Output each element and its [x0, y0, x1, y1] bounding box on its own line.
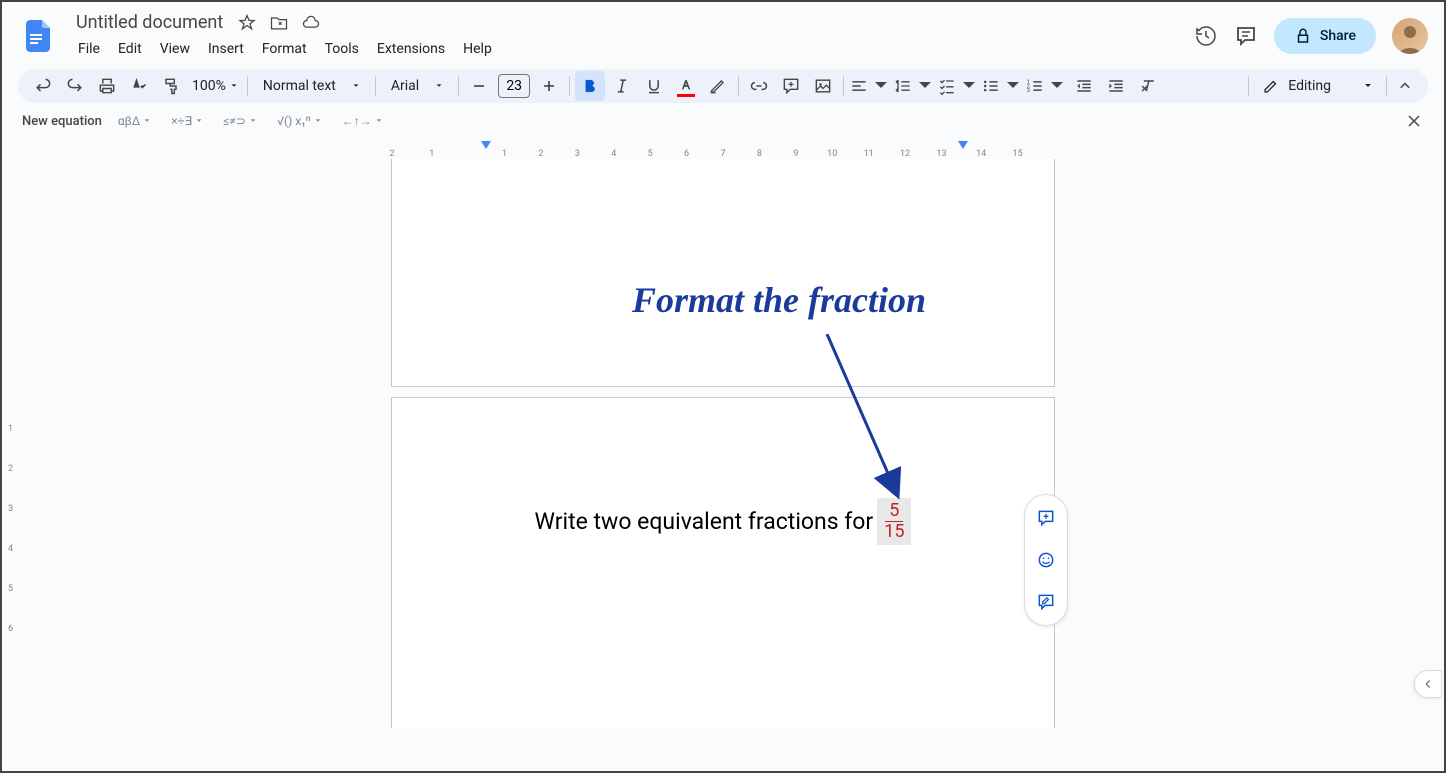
math-dropdown[interactable]: √() x₁ⁿ: [273, 114, 326, 128]
share-button[interactable]: Share: [1274, 18, 1376, 54]
separator: [738, 76, 739, 96]
menu-edit[interactable]: Edit: [110, 37, 150, 61]
underline-button[interactable]: [639, 71, 669, 101]
menu-extensions[interactable]: Extensions: [369, 37, 453, 61]
separator: [375, 76, 376, 96]
separator: [569, 76, 570, 96]
title-icons: [237, 13, 321, 33]
title-area: Untitled document File Edit View Insert …: [70, 10, 1182, 61]
fontsize-decrease[interactable]: [464, 71, 494, 101]
redo-button[interactable]: [60, 71, 90, 101]
fontsize-input[interactable]: [498, 74, 530, 98]
star-icon[interactable]: [237, 13, 257, 33]
add-emoji-button[interactable]: [1029, 543, 1063, 577]
outdent-button[interactable]: [1069, 71, 1099, 101]
separator: [1386, 76, 1387, 96]
lock-icon: [1294, 27, 1312, 45]
share-label: Share: [1320, 28, 1356, 44]
dropdown-icon: [352, 82, 360, 90]
paint-format-button[interactable]: [156, 71, 186, 101]
dropdown-icon: [435, 82, 443, 90]
menu-insert[interactable]: Insert: [200, 37, 252, 61]
image-button[interactable]: [808, 71, 838, 101]
side-tools: [1024, 494, 1068, 626]
zoom-value: 100%: [192, 78, 226, 94]
checklist-dropdown[interactable]: [937, 71, 979, 101]
numbered-dropdown[interactable]: 123: [1025, 71, 1067, 101]
user-avatar[interactable]: [1392, 18, 1428, 54]
greek-dropdown[interactable]: αβΔ: [114, 114, 155, 128]
menu-format[interactable]: Format: [254, 37, 315, 61]
title-row: Untitled document: [70, 10, 1182, 35]
menu-view[interactable]: View: [152, 37, 198, 61]
dropdown-icon: [1363, 81, 1373, 91]
fontsize-increase[interactable]: [534, 71, 564, 101]
font-dropdown[interactable]: Arial: [381, 78, 453, 94]
dropdown-icon: [230, 82, 238, 90]
menu-file[interactable]: File: [70, 37, 108, 61]
fontsize-control: [464, 71, 564, 101]
content-area: 1 2 3 4 5 6 Write two equivalent fractio…: [2, 159, 1444, 728]
page-1[interactable]: [391, 159, 1055, 387]
cloud-icon[interactable]: [301, 13, 321, 33]
equation-toolbar: New equation αβΔ ×÷∃ ≤≠⊃ √() x₁ⁿ ←↑→: [2, 103, 1444, 139]
linespacing-dropdown[interactable]: [893, 71, 935, 101]
zoom-dropdown[interactable]: 100%: [188, 78, 242, 94]
header: Untitled document File Edit View Insert …: [2, 2, 1444, 69]
menu-tools[interactable]: Tools: [317, 37, 367, 61]
vertical-ruler[interactable]: 1 2 3 4 5 6: [4, 159, 22, 728]
highlight-button[interactable]: [703, 71, 733, 101]
separator: [843, 76, 844, 96]
add-comment-button[interactable]: [1029, 501, 1063, 535]
link-button[interactable]: [744, 71, 774, 101]
comments-icon[interactable]: [1234, 24, 1258, 48]
move-icon[interactable]: [269, 13, 289, 33]
spellcheck-button[interactable]: [124, 71, 154, 101]
operators-dropdown[interactable]: ×÷∃: [167, 114, 207, 128]
relations-dropdown[interactable]: ≤≠⊃: [219, 114, 261, 128]
font-value: Arial: [391, 78, 419, 94]
bold-button[interactable]: [575, 71, 605, 101]
style-value: Normal text: [263, 78, 336, 94]
bullets-dropdown[interactable]: [981, 71, 1023, 101]
collapse-toolbar-button[interactable]: [1392, 71, 1418, 101]
separator: [1248, 76, 1249, 96]
header-right: Share: [1194, 18, 1428, 54]
suggest-edits-button[interactable]: [1029, 585, 1063, 619]
undo-button[interactable]: [28, 71, 58, 101]
annotation-text: Format the fraction: [632, 279, 926, 321]
menu-bar: File Edit View Insert Format Tools Exten…: [70, 37, 1182, 61]
separator: [247, 76, 248, 96]
separator: [458, 76, 459, 96]
side-panel-toggle[interactable]: [1414, 670, 1442, 698]
docs-logo[interactable]: [18, 16, 58, 56]
indent-button[interactable]: [1101, 71, 1131, 101]
mode-label: Editing: [1288, 78, 1331, 94]
clear-format-button[interactable]: [1133, 71, 1163, 101]
print-button[interactable]: [92, 71, 122, 101]
pages: Write two equivalent fractions for 5 15: [391, 159, 1055, 728]
new-equation-button[interactable]: New equation: [22, 114, 102, 129]
style-dropdown[interactable]: Normal text: [253, 78, 370, 94]
history-icon[interactable]: [1194, 24, 1218, 48]
text-color-button[interactable]: [671, 71, 701, 101]
menu-help[interactable]: Help: [455, 37, 500, 61]
pencil-icon: [1262, 77, 1280, 95]
mode-dropdown[interactable]: Editing: [1254, 77, 1381, 95]
toolbar: 100% Normal text Arial 123 Editing: [18, 69, 1428, 103]
align-dropdown[interactable]: [849, 71, 891, 101]
arrows-dropdown[interactable]: ←↑→: [338, 114, 387, 128]
annotation-arrow: [822, 334, 942, 534]
close-equation-icon[interactable]: [1404, 111, 1424, 131]
docs-icon: [20, 18, 56, 54]
svg-text:3: 3: [1027, 88, 1030, 94]
page-2[interactable]: Write two equivalent fractions for 5 15: [391, 397, 1055, 728]
document-title[interactable]: Untitled document: [70, 10, 229, 35]
comment-button[interactable]: [776, 71, 806, 101]
italic-button[interactable]: [607, 71, 637, 101]
horizontal-ruler[interactable]: 2 1 1 2 3 4 5 6 7 8 9 10 11 12 13 14 15: [2, 139, 1444, 159]
